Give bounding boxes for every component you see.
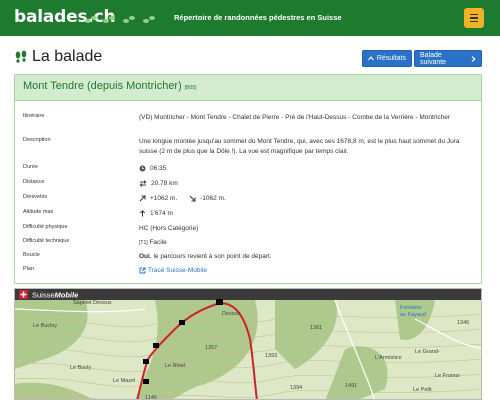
map-canvas: SuisseMobile Sapelet Dessus Dessus Le Bu… [15, 289, 481, 400]
itinerary-label: Itinéraire [23, 113, 45, 119]
description-label: Description [23, 137, 51, 143]
page-title: La balade [32, 48, 103, 65]
map-label: Le Franoz [435, 373, 460, 379]
loop-yes: Oui [139, 253, 150, 260]
loop-value: , le parcours revient à son point de dép… [149, 253, 272, 260]
footprints-icon [15, 50, 27, 63]
clock-icon [139, 165, 146, 172]
duration-label: Durée [23, 164, 38, 170]
top-navbar: balades.ch Répertoire de randonnées péde… [0, 0, 500, 36]
distance-label: Distance [23, 179, 45, 185]
chevron-right-icon [471, 55, 476, 62]
map-label: 1381 [310, 325, 322, 331]
map-label: Le Mazel [113, 378, 135, 384]
suissemobile-link-label: Tracé Suisse-Mobile [148, 267, 208, 274]
page-heading: La balade [14, 48, 102, 66]
map-label: Le Bucley [33, 323, 57, 329]
map-label: Sapelet Dessus [73, 300, 112, 306]
walk-code: [B05] [184, 85, 197, 91]
chevron-up-icon [368, 56, 374, 61]
map-label: Dessus [222, 311, 241, 317]
exchange-icon [139, 179, 147, 187]
technical-difficulty-label: Difficulté technique [23, 238, 70, 244]
loop-label: Boucle [23, 252, 40, 258]
descent-value: -1062 m. [200, 195, 226, 202]
walk-header: Mont Tendre (depuis Montricher) [B05] [15, 75, 481, 101]
plan-label: Plan [23, 266, 35, 272]
map-brand: SuisseMobile [32, 291, 78, 300]
walk-name: Mont Tendre (depuis Montricher) [23, 80, 182, 92]
map-label: au Fayaud [400, 312, 426, 318]
menu-button[interactable] [464, 8, 484, 28]
hamburger-icon [470, 13, 478, 16]
map-label: 1393 [265, 353, 277, 359]
elevation-label: Dénivelés [23, 194, 48, 200]
map-label: 1146 [145, 395, 157, 400]
map-label: 1394 [290, 385, 302, 391]
duration-value: 06:35 [150, 165, 167, 172]
physical-difficulty-label: Difficulté physique [23, 224, 68, 230]
itinerary-value: (VD) Montricher - Mont Tendre - Chalet d… [139, 114, 451, 121]
altitude-label: Altitude max [23, 209, 54, 215]
route-map[interactable]: SuisseMobile Sapelet Dessus Dessus Le Bu… [14, 288, 482, 400]
physical-difficulty-value: HC (Hors Catégorie) [139, 225, 199, 232]
map-label: Fontaine [400, 305, 421, 311]
technical-difficulty-value: Facile [149, 239, 167, 246]
arrow-down-right-icon [189, 195, 196, 202]
walk-details-panel: Mont Tendre (depuis Montricher) [B05] It… [14, 74, 482, 284]
arrow-up-icon [139, 209, 146, 217]
ascent-value: +1062 m. [150, 195, 178, 202]
arrow-up-right-icon [139, 195, 146, 202]
technical-difficulty-tag: [T1] [139, 240, 148, 246]
map-label: Le Petit [413, 387, 432, 393]
altitude-value: 1'674 m [150, 210, 173, 217]
site-tagline: Répertoire de randonnées pédestres en Su… [174, 13, 342, 22]
next-walk-button[interactable]: Balade suivante [414, 50, 482, 67]
map-label: 1346 [457, 320, 469, 326]
map-label: Le Grand- [415, 349, 440, 355]
external-link-icon [139, 267, 146, 274]
map-label: 1491 [345, 383, 357, 389]
description-value: Une longue montée jusqu'au sommet du Mon… [139, 138, 460, 155]
footprints-icon [85, 16, 155, 23]
results-button-label: Résultats [376, 55, 406, 62]
map-label: 1357 [205, 345, 217, 351]
distance-value: 20.78 km [151, 180, 178, 187]
results-button[interactable]: Résultats [362, 50, 412, 67]
map-label: Le Bucly [70, 365, 91, 371]
map-label: Le Rîsel [165, 363, 185, 369]
suissemobile-link[interactable]: Tracé Suisse-Mobile [139, 267, 207, 274]
map-label: L'Armistice [375, 355, 402, 361]
next-walk-button-label: Balade suivante [420, 51, 447, 66]
